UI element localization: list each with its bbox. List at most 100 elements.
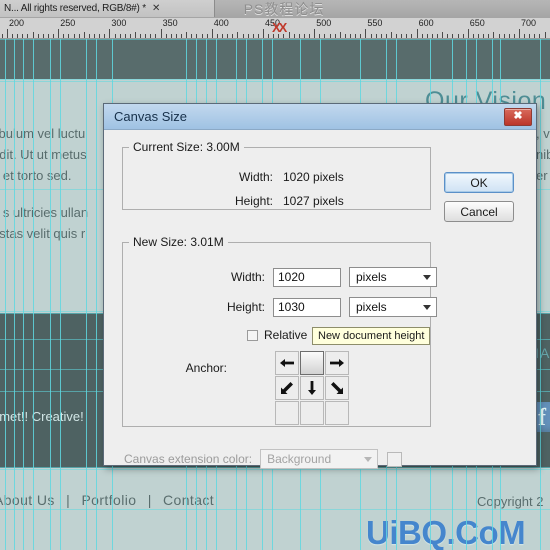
- ruler-tick-minor: [452, 34, 454, 38]
- ruler-tick-minor: [488, 34, 490, 38]
- anchor-grid[interactable]: [275, 351, 349, 425]
- close-icon[interactable]: ✖: [504, 107, 532, 126]
- anchor-label: Anchor:: [185, 361, 227, 375]
- arrow-down-right-icon: [331, 382, 343, 394]
- ruler-tick-minor: [303, 34, 305, 38]
- ruler-tick-minor: [385, 34, 387, 38]
- ruler-tick-minor: [447, 34, 449, 38]
- ruler-label: 700: [521, 18, 537, 28]
- current-width-value: 1020 pixels: [283, 170, 344, 184]
- ruler-tick-minor: [493, 32, 495, 38]
- ruler-tick-minor: [88, 34, 90, 38]
- current-height-value: 1027 pixels: [283, 194, 344, 208]
- dialog-body: Current Size: 3.00M Width: 1020 pixels H…: [104, 130, 536, 469]
- guide-horizontal: [0, 81, 550, 82]
- ruler-tick-minor: [175, 34, 177, 38]
- ps-forum-watermark: PS教程论坛: [243, 0, 325, 17]
- dialog-title: Canvas Size: [114, 109, 187, 124]
- ruler-tick-minor: [150, 34, 152, 38]
- ruler-tick-major: [109, 29, 111, 38]
- ruler-label: 350: [162, 18, 178, 28]
- guide-horizontal: [0, 469, 550, 470]
- current-width-label: Width:: [238, 170, 273, 184]
- ruler-tick-minor: [539, 34, 541, 38]
- anchor-cell-middle-right[interactable]: [325, 376, 349, 400]
- guide-vertical: [5, 39, 6, 550]
- ruler-tick-minor: [431, 34, 433, 38]
- ruler-tick-minor: [257, 34, 259, 38]
- anchor-cell-bottom-center[interactable]: [300, 401, 324, 425]
- ruler-tick-minor: [344, 34, 346, 38]
- dialog-title-bar[interactable]: Canvas Size ✖: [104, 104, 536, 130]
- ruler-tick-minor: [119, 34, 121, 38]
- relative-checkbox[interactable]: [247, 329, 258, 341]
- ruler-tick-minor: [12, 34, 14, 38]
- ruler-tick-minor: [186, 32, 188, 38]
- current-size-legend: Current Size: 3.00M: [133, 140, 240, 154]
- canvas-extension-color-swatch[interactable]: [387, 451, 403, 467]
- ruler-tick-minor: [242, 34, 244, 38]
- guide-vertical: [86, 39, 87, 550]
- ruler-tick-minor: [47, 34, 49, 38]
- ruler-tick-minor: [329, 34, 331, 38]
- ruler-tick-minor: [442, 32, 444, 38]
- arrow-left-icon: [280, 359, 294, 367]
- ruler-tick-minor: [437, 34, 439, 38]
- ruler-tick-minor: [222, 34, 224, 38]
- height-unit-select[interactable]: pixels: [349, 297, 437, 317]
- ruler-tick-minor: [78, 34, 80, 38]
- chevron-down-icon: [364, 457, 373, 462]
- ruler-tick-minor: [472, 34, 474, 38]
- ruler-tick-minor: [309, 34, 311, 38]
- chevron-down-icon: [423, 275, 431, 280]
- ruler-tick-minor: [391, 32, 392, 38]
- ruler-label: 600: [418, 18, 434, 28]
- ruler-tick-minor: [396, 34, 398, 38]
- guide-horizontal: [0, 39, 550, 40]
- new-size-legend: New Size: 3.01M: [133, 235, 224, 249]
- ruler-tick-major: [314, 29, 316, 38]
- anchor-cell-top-right[interactable]: [325, 351, 349, 375]
- document-tab-bar: N... All rights reserved, RGB/8#) * ✕ PS…: [0, 0, 550, 19]
- ruler-tick-major: [365, 29, 367, 38]
- anchor-cell-top-left[interactable]: [275, 351, 299, 375]
- ruler-tick-major: [519, 29, 520, 38]
- height-unit-value: pixels: [356, 300, 387, 314]
- width-unit-select[interactable]: pixels: [349, 267, 437, 287]
- anchor-cell-middle-center[interactable]: [300, 376, 324, 400]
- ruler-tick-minor: [421, 34, 423, 38]
- ruler-tick-minor: [68, 34, 70, 38]
- anchor-cell-top-center[interactable]: [300, 351, 324, 375]
- ruler-tick-minor: [319, 34, 321, 38]
- ruler-tick-minor: [247, 34, 249, 38]
- width-input[interactable]: 1020: [273, 267, 341, 287]
- close-icon[interactable]: ✕: [152, 3, 160, 14]
- anchor-cell-bottom-left[interactable]: [275, 401, 299, 425]
- ruler-tick-minor: [462, 34, 464, 38]
- arrow-down-left-icon: [281, 382, 293, 394]
- ruler-tick-minor: [216, 34, 218, 38]
- ok-button[interactable]: OK: [444, 172, 514, 193]
- ruler-tick-minor: [298, 34, 300, 38]
- ruler-tick-minor: [401, 34, 403, 38]
- height-input[interactable]: 1030: [273, 297, 341, 317]
- ruler-tick-major: [7, 29, 8, 38]
- anchor-cell-middle-left[interactable]: [275, 376, 299, 400]
- ruler-tick-minor: [73, 34, 75, 38]
- ruler-label: 550: [367, 18, 383, 28]
- ruler-tick-minor: [483, 34, 485, 38]
- canvas-size-dialog[interactable]: Canvas Size ✖ Current Size: 3.00M Width:…: [103, 103, 537, 469]
- ruler-tick-minor: [22, 34, 24, 38]
- anchor-cell-bottom-right[interactable]: [325, 401, 349, 425]
- cancel-button[interactable]: Cancel: [444, 201, 514, 222]
- ruler-tick-minor: [32, 32, 34, 38]
- horizontal-ruler[interactable]: 200 250 300 350 400 450 500 550 600 650 700 XX: [0, 18, 550, 39]
- chevron-down-icon: [423, 305, 431, 310]
- ruler-tick-minor: [524, 34, 526, 38]
- arrow-down-icon: [308, 381, 316, 395]
- width-unit-value: pixels: [356, 270, 387, 284]
- ruler-tick-minor: [94, 34, 96, 38]
- document-tab[interactable]: N... All rights reserved, RGB/8#) * ✕: [0, 0, 215, 17]
- current-height-label: Height:: [234, 194, 273, 208]
- ruler-tick-minor: [27, 34, 29, 38]
